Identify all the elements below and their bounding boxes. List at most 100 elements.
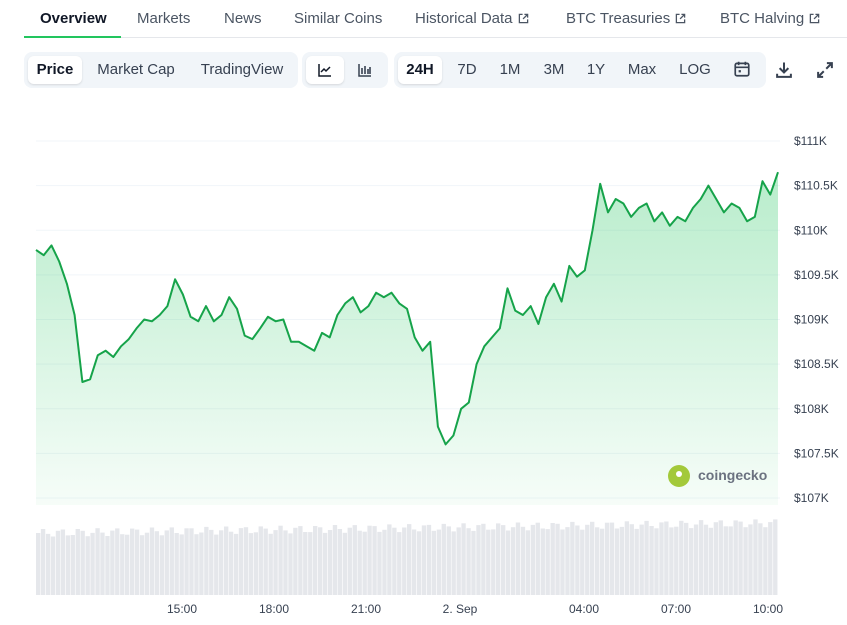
volume-bar — [169, 527, 174, 595]
volume-bar — [649, 526, 654, 595]
volume-bar — [609, 522, 615, 595]
volume-bar — [189, 528, 194, 595]
volume-bar — [352, 525, 357, 595]
volume-bar — [486, 529, 491, 595]
volume-bar — [644, 520, 649, 595]
volume-bar — [387, 524, 392, 595]
volume-bar — [604, 522, 610, 595]
volume-bar — [303, 532, 308, 595]
volume-bar — [154, 531, 160, 595]
volume-bar — [659, 522, 664, 595]
volume-bar — [50, 536, 56, 595]
volume-bar — [530, 524, 536, 595]
volume-bar — [461, 523, 466, 595]
volume-bar — [372, 526, 377, 595]
volume-bar — [149, 527, 155, 595]
volume-bar — [451, 531, 456, 595]
volume-bar — [342, 532, 348, 595]
volume-bar — [238, 528, 244, 595]
volume-bar — [233, 533, 239, 595]
volume-bar — [723, 526, 728, 595]
volume-bar — [357, 530, 362, 595]
volume-bar — [580, 529, 585, 595]
volume-bar — [510, 527, 516, 595]
volume-bar — [634, 528, 639, 595]
volume-bar — [144, 532, 150, 595]
volume-bar — [703, 524, 709, 595]
volume-bar — [45, 533, 51, 595]
volume-bar — [748, 524, 753, 595]
volume-bar — [713, 522, 719, 595]
y-tick-label: $108.5K — [794, 357, 839, 371]
volume-bar — [431, 530, 437, 595]
volume-bar — [575, 525, 580, 595]
volume-bar — [204, 526, 209, 595]
volume-bar — [258, 526, 263, 595]
volume-bar — [496, 523, 501, 595]
volume-bar — [446, 526, 451, 595]
volume-bar — [367, 525, 372, 595]
volume-bar — [55, 530, 61, 595]
volume-bar — [224, 526, 229, 595]
volume-bar — [614, 528, 620, 595]
price-chart[interactable]: $107K $107.5K $108K $108.5K $109K $109.5K $110… — [0, 0, 847, 625]
volume-bar — [95, 528, 100, 595]
volume-bar — [773, 519, 778, 595]
volume-bar — [555, 523, 560, 595]
x-tick-label: 21:00 — [351, 602, 381, 616]
volume-bar — [327, 530, 333, 595]
volume-bar — [392, 527, 397, 595]
volume-bar — [629, 524, 634, 595]
volume-bar — [411, 529, 417, 595]
volume-bar — [476, 525, 481, 595]
volume-bar — [590, 521, 595, 595]
y-tick-label: $107K — [794, 491, 829, 505]
volume-bar — [684, 522, 689, 595]
volume-bar — [525, 530, 531, 595]
watermark-text: coingecko — [698, 467, 768, 483]
volume-bar — [134, 529, 140, 595]
volume-bar — [397, 532, 402, 595]
volume-bar — [377, 531, 382, 595]
x-tick-label: 07:00 — [661, 602, 691, 616]
y-tick-label: $107.5K — [794, 446, 839, 460]
volume-bar — [60, 529, 66, 595]
volume-bar — [733, 520, 738, 595]
volume-bars — [36, 519, 778, 595]
y-axis-labels: $107K $107.5K $108K $108.5K $109K $109.5K $110… — [794, 134, 839, 505]
volume-bar — [758, 523, 763, 595]
volume-bar — [669, 527, 674, 595]
volume-bar — [382, 529, 387, 595]
volume-bar — [322, 532, 328, 595]
volume-bar — [273, 530, 278, 595]
volume-bar — [125, 534, 130, 595]
y-tick-label: $109K — [794, 313, 829, 327]
volume-bar — [679, 520, 684, 595]
volume-bar — [456, 527, 461, 595]
volume-bar — [416, 531, 422, 595]
volume-bar — [407, 524, 412, 595]
volume-bar — [698, 520, 704, 595]
y-tick-label: $108K — [794, 402, 829, 416]
volume-bar — [708, 527, 714, 595]
volume-bar — [689, 528, 694, 595]
volume-bar — [248, 533, 254, 595]
volume-bar — [664, 521, 669, 595]
volume-bar — [199, 532, 204, 595]
volume-bar — [595, 527, 600, 595]
volume-bar — [318, 527, 323, 595]
volume-bar — [80, 530, 85, 595]
y-tick-label: $110K — [794, 223, 828, 237]
volume-bar — [535, 522, 540, 595]
volume-bar — [515, 522, 521, 595]
x-tick-label: 04:00 — [569, 602, 599, 616]
volume-bar — [505, 530, 511, 595]
volume-bar — [570, 521, 575, 595]
volume-bar — [278, 525, 283, 595]
volume-bar — [105, 536, 110, 595]
volume-bar — [743, 527, 748, 595]
volume-bar — [693, 524, 699, 595]
volume-bar — [441, 523, 446, 595]
volume-bar — [466, 528, 471, 595]
x-tick-label: 10:00 — [753, 602, 783, 616]
